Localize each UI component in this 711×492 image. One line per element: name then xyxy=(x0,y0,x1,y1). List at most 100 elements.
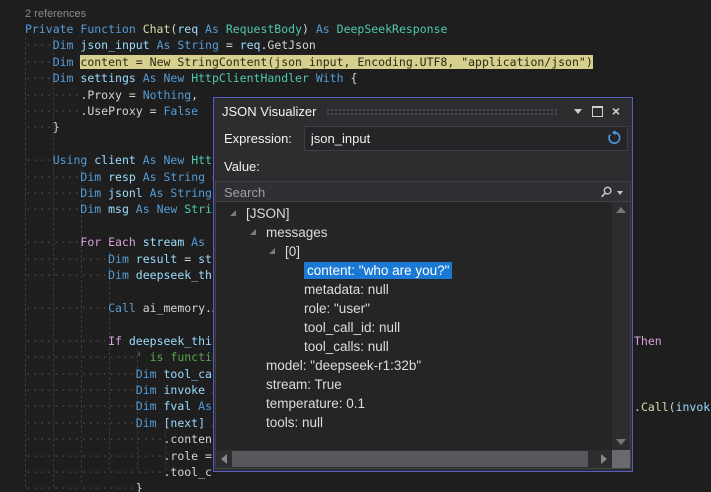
expanded-triangle-icon[interactable] xyxy=(269,248,275,254)
code-token: deepseek_thi xyxy=(136,268,219,282)
code-token: ai_memory.A xyxy=(143,301,219,315)
code-line-fragment[interactable]: Then xyxy=(634,333,662,349)
code-token: Dim xyxy=(136,383,164,397)
code-token: String xyxy=(170,186,212,200)
code-token: .Proxy = xyxy=(80,88,142,102)
tree-item[interactable]: content: "who are you?" xyxy=(216,261,630,280)
code-token: .UseProxy = xyxy=(80,104,163,118)
codelens-references[interactable]: 2 references xyxy=(25,7,593,21)
whitespace-dots: ················ xyxy=(25,481,136,492)
code-token: msg xyxy=(108,202,136,216)
scroll-right-icon[interactable] xyxy=(601,454,607,464)
code-token: New xyxy=(164,153,192,167)
window-position-menu-icon[interactable] xyxy=(570,103,586,119)
scroll-left-icon[interactable] xyxy=(221,454,227,464)
code-token: RequestBody xyxy=(226,22,302,36)
code-token: Dim xyxy=(108,252,136,266)
refresh-icon[interactable] xyxy=(607,130,623,146)
tree-item-label: tool_calls: null xyxy=(304,339,389,354)
tree-item[interactable]: [0] xyxy=(216,242,630,261)
search-icon[interactable] xyxy=(600,186,613,199)
tree-item-label: tool_call_id: null xyxy=(304,320,400,335)
code-token: ) xyxy=(302,22,316,36)
code-token: As xyxy=(198,399,212,413)
code-token: = xyxy=(184,252,198,266)
code-token: For Each xyxy=(80,235,142,249)
tree-item-label: model: "deepseek-r1:32b" xyxy=(266,358,421,373)
code-token: False xyxy=(163,104,198,118)
code-token: Dim xyxy=(108,268,136,282)
code-token: String xyxy=(177,38,225,52)
code-token: Dim xyxy=(80,170,108,184)
horizontal-scrollbar[interactable] xyxy=(216,450,612,468)
code-line[interactable]: Private Function Chat(req As RequestBody… xyxy=(25,21,593,37)
code-token: st xyxy=(198,252,212,266)
code-line-fragment[interactable]: .Call(invoke xyxy=(634,399,711,415)
code-token: As xyxy=(136,202,157,216)
code-line[interactable]: ····Dim settings As New HttpClientHandle… xyxy=(25,70,593,86)
code-token: req xyxy=(177,22,205,36)
code-token: = xyxy=(226,38,240,52)
code-token: New xyxy=(164,71,192,85)
close-icon[interactable]: × xyxy=(608,103,624,119)
whitespace-dots: ············ xyxy=(25,334,108,348)
whitespace-dots: ········ xyxy=(25,88,80,102)
whitespace-dots: ···················· xyxy=(25,432,163,446)
vertical-scrollbar[interactable] xyxy=(612,202,630,450)
code-token: Function xyxy=(80,22,142,36)
whitespace-dots: ············ xyxy=(25,301,108,315)
scrollbar-corner xyxy=(612,450,630,468)
code-token: [next] xyxy=(163,416,211,430)
code-token: Dim xyxy=(53,71,81,85)
tree-item[interactable]: [JSON] xyxy=(216,204,630,223)
tree-item[interactable]: metadata: null xyxy=(216,280,630,299)
tree-item[interactable]: tools: null xyxy=(216,413,630,432)
expression-label: Expression: xyxy=(224,131,292,146)
scroll-up-icon[interactable] xyxy=(616,207,626,213)
whitespace-dots: ···················· xyxy=(25,449,163,463)
code-token: As xyxy=(205,22,226,36)
tree-item-label: tools: null xyxy=(266,415,323,430)
whitespace-dots: ···· xyxy=(25,153,53,167)
maximize-icon[interactable] xyxy=(589,103,605,119)
expression-field-wrap xyxy=(304,126,628,151)
json-tree: [JSON]messages[0]content: "who are you?"… xyxy=(215,201,631,469)
scroll-down-icon[interactable] xyxy=(616,439,626,445)
code-token: If xyxy=(108,334,129,348)
maximize-box-icon xyxy=(592,106,603,117)
dialog-titlebar[interactable]: JSON Visualizer × xyxy=(214,98,632,124)
close-glyph: × xyxy=(612,104,620,118)
code-line[interactable]: ················} xyxy=(25,480,593,492)
code-token: req xyxy=(240,38,261,52)
code-token: invoke xyxy=(163,383,211,397)
whitespace-dots: ················ xyxy=(25,399,136,413)
code-line[interactable]: ····Dim content = New StringContent(json… xyxy=(25,54,593,70)
tree-item[interactable]: tool_calls: null xyxy=(216,337,630,356)
tree-item[interactable]: stream: True xyxy=(216,375,630,394)
tree-item[interactable]: messages xyxy=(216,223,630,242)
expression-input[interactable] xyxy=(305,131,607,146)
code-token: Chat xyxy=(143,22,171,36)
code-token: Call xyxy=(108,301,143,315)
search-options-caret-icon[interactable] xyxy=(617,191,623,195)
code-token: { xyxy=(350,71,357,85)
tree-item[interactable]: temperature: 0.1 xyxy=(216,394,630,413)
expanded-triangle-icon[interactable] xyxy=(250,229,256,235)
code-token: As xyxy=(143,153,164,167)
tree-item[interactable]: model: "deepseek-r1:32b" xyxy=(216,356,630,375)
horizontal-scroll-thumb[interactable] xyxy=(232,451,588,467)
tree-rows: [JSON]messages[0]content: "who are you?"… xyxy=(216,202,630,432)
code-token: As xyxy=(143,71,164,85)
code-line[interactable]: ····Dim json_input As String = req.GetJs… xyxy=(25,37,593,53)
code-token: String xyxy=(164,170,212,184)
code-token: .GetJson xyxy=(260,38,315,52)
search-input[interactable] xyxy=(216,185,600,200)
tree-item[interactable]: tool_call_id: null xyxy=(216,318,630,337)
expanded-triangle-icon[interactable] xyxy=(230,210,236,216)
code-token: Dim xyxy=(53,55,81,69)
code-token: ' is functio xyxy=(136,350,219,364)
code-token: Dim xyxy=(80,186,108,200)
code-token: Dim xyxy=(136,399,164,413)
code-token: fval xyxy=(163,399,198,413)
tree-item[interactable]: role: "user" xyxy=(216,299,630,318)
